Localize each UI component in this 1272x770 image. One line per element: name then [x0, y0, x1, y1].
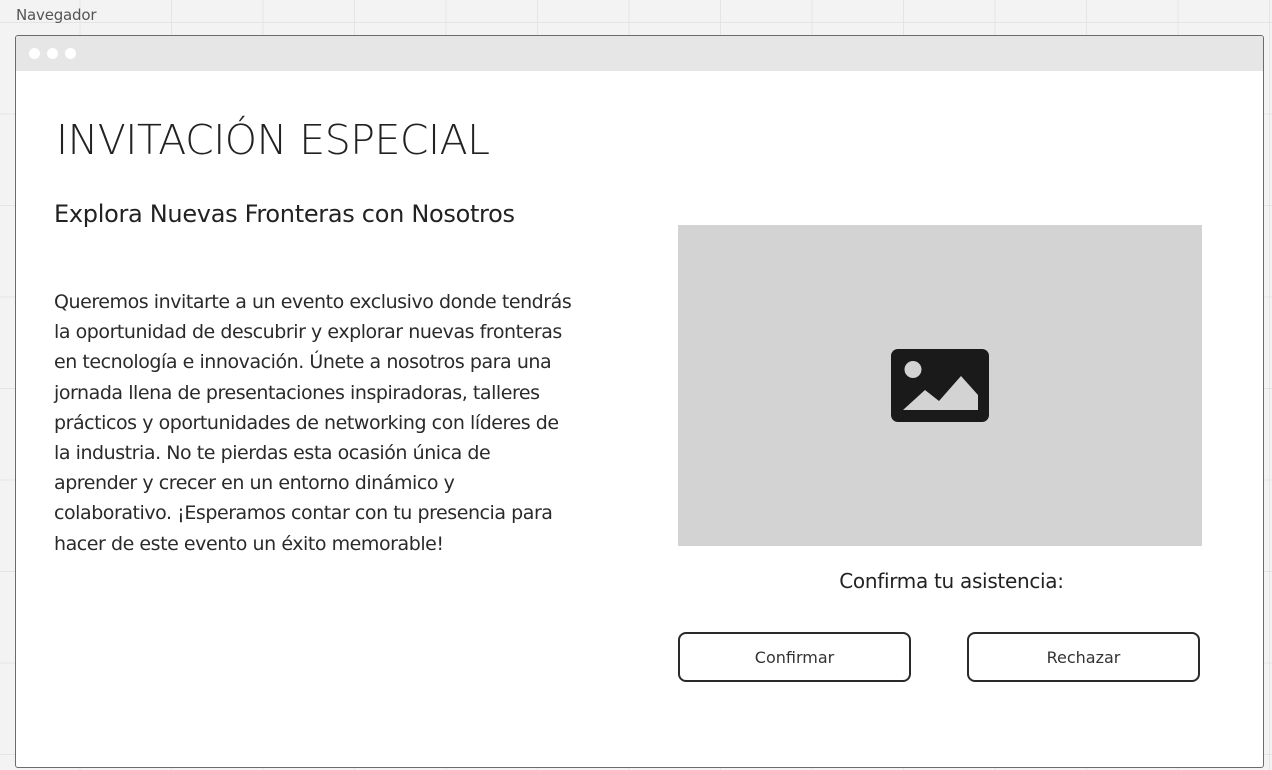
page-title: INVITACIÓN ESPECIAL [56, 116, 490, 164]
confirm-button[interactable]: Confirmar [678, 632, 911, 682]
window-control-dot[interactable] [47, 48, 58, 59]
image-placeholder [678, 225, 1202, 546]
confirm-attendance-prompt: Confirma tu asistencia: [839, 569, 1064, 593]
window-control-dot[interactable] [29, 48, 40, 59]
invitation-body-text: Queremos invitarte a un evento exclusivo… [54, 291, 572, 555]
reject-button[interactable]: Rechazar [967, 632, 1200, 682]
window-control-dot[interactable] [65, 48, 76, 59]
image-icon [891, 349, 989, 422]
browser-title-bar [16, 36, 1263, 71]
page-subtitle: Explora Nuevas Fronteras con Nosotros [54, 200, 515, 228]
canvas-label: Navegador [16, 6, 97, 24]
browser-window: INVITACIÓN ESPECIAL Explora Nuevas Front… [15, 35, 1264, 768]
